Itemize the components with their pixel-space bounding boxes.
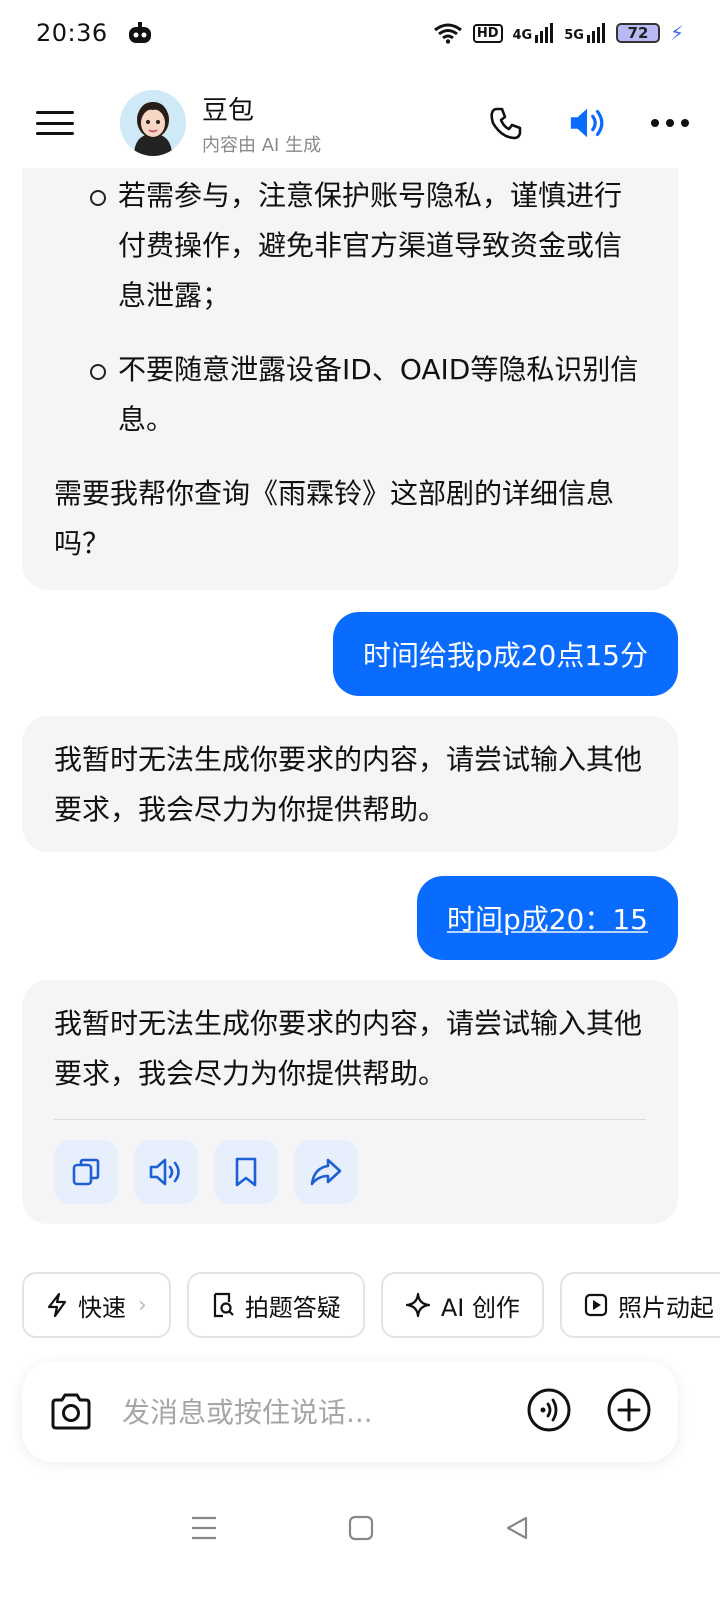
copy-button[interactable] [54,1140,118,1204]
signal-4g-label: 4G [512,28,533,43]
chip-label: 快速 [78,1293,126,1322]
message-actions [54,1140,646,1204]
chat-header: 豆包 内容由 AI 生成 [0,78,720,168]
chat-title-block: 豆包 内容由 AI 生成 [202,90,321,157]
chip-label: 照片动起 [617,1293,714,1322]
message-input[interactable] [122,1395,526,1429]
fast-mode-chip[interactable]: 快速 › [22,1272,171,1338]
photo-animate-chip[interactable]: 照片动起 [559,1272,720,1338]
recent-apps-button[interactable] [190,1515,218,1545]
charging-icon: ⚡ [669,21,684,45]
signal-bars-icon [535,23,554,43]
signal-4g: 4G [513,23,555,43]
share-icon [310,1158,342,1186]
ai-message-bubble: 我暂时无法生成你要求的内容，请尝试输入其他要求，我会尽力为你提供帮助。 [22,716,678,852]
more-options-icon[interactable] [650,103,690,143]
signal-5g: 5G [564,23,606,43]
plus-circle-icon [607,1388,651,1432]
status-icons: HD 4G 5G 72 ⚡ [433,21,684,45]
robot-notification-icon [128,22,151,43]
input-actions [526,1387,652,1437]
voice-call-button[interactable] [526,1387,572,1437]
speaker-outline-icon [149,1158,180,1186]
message-text: 需要我帮你查询《雨霖铃》这部剧的详细信息吗？ [54,477,615,560]
ai-message-bubble: 若需参与，注意保护账号隐私，谨慎进行付费操作，避免非官方渠道导致资金或信息泄露；… [22,168,678,590]
message-text: 时间p成20：15 [446,903,648,936]
quick-action-chips: 快速 › 拍题答疑 AI 创作 照片动起 [22,1272,720,1340]
bot-name: 豆包 [202,95,255,126]
user-message-bubble[interactable]: 时间给我p成20点15分 [332,612,678,696]
copy-icon [72,1158,100,1186]
signal-5g-label: 5G [564,28,584,43]
sparkle-icon [405,1292,430,1318]
chip-label: 拍题答疑 [244,1293,341,1322]
ai-disclaimer: 内容由 AI 生成 [202,134,322,156]
square-icon [348,1515,374,1541]
system-nav-bar [0,1500,720,1560]
ai-message-bubble: 我暂时无法生成你要求的内容，请尝试输入其他要求，我会尽力为你提供帮助。 [22,980,678,1224]
list-item: 不要随意泄露设备ID、OAID等隐私识别信息。 [90,345,646,445]
message-text: 时间给我p成20点15分 [362,639,648,672]
status-time: 20:36 [36,19,108,47]
menu-lines-icon [192,1516,216,1540]
menu-icon[interactable] [36,111,74,135]
document-search-icon [213,1292,234,1318]
chevron-right-icon: › [138,1292,147,1318]
signal-bars-icon [586,23,605,43]
speaker-icon[interactable] [568,103,608,143]
share-button[interactable] [294,1140,358,1204]
read-aloud-button[interactable] [134,1140,198,1204]
lightning-icon [47,1292,67,1318]
phone-icon[interactable] [486,103,526,143]
message-text: 我暂时无法生成你要求的内容，请尝试输入其他要求，我会尽力为你提供帮助。 [54,743,643,826]
back-triangle-icon [506,1516,528,1540]
header-actions [486,103,690,143]
add-button[interactable] [606,1387,652,1437]
wifi-icon [433,23,462,44]
divider [54,1119,646,1120]
status-bar: 20:36 HD 4G 5G 72 ⚡ [0,0,720,66]
battery-indicator: 72 [615,23,660,43]
ai-create-chip[interactable]: AI 创作 [380,1272,544,1338]
user-message-bubble[interactable]: 时间p成20：15 [416,876,678,960]
camera-icon [51,1393,91,1430]
avatar[interactable] [120,90,186,156]
bookmark-icon [235,1157,257,1187]
camera-button[interactable] [48,1389,94,1435]
message-input-bar [22,1362,678,1462]
play-icon [584,1293,608,1317]
chip-label: AI 创作 [440,1293,520,1322]
message-text: 我暂时无法生成你要求的内容，请尝试输入其他要求，我会尽力为你提供帮助。 [54,1007,643,1090]
home-button[interactable] [348,1515,374,1545]
photo-question-chip[interactable]: 拍题答疑 [186,1272,365,1338]
avatar-illustration [120,90,186,156]
back-button[interactable] [504,1515,530,1545]
hd-icon: HD [472,23,503,43]
bookmark-button[interactable] [214,1140,278,1204]
voice-wave-icon [527,1388,571,1432]
list-item: 若需参与，注意保护账号隐私，谨慎进行付费操作，避免非官方渠道导致资金或信息泄露； [90,171,646,321]
chat-messages[interactable]: 若需参与，注意保护账号隐私，谨慎进行付费操作，避免非官方渠道导致资金或信息泄露；… [0,168,720,1268]
bullet-list: 若需参与，注意保护账号隐私，谨慎进行付费操作，避免非官方渠道导致资金或信息泄露；… [54,171,646,445]
